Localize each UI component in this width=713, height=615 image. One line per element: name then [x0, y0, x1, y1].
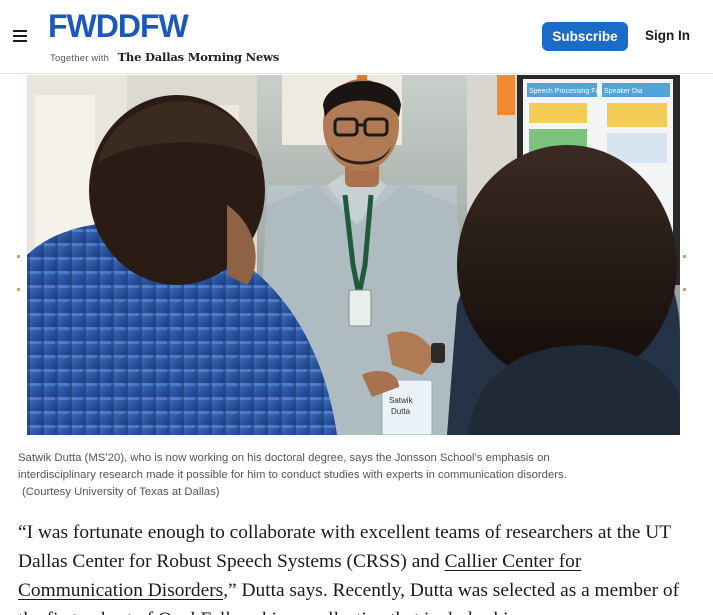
caption-line: Satwik Dutta (MS’20), who is now working… — [18, 452, 550, 464]
carousel-edge-mark — [683, 288, 686, 291]
site-logo[interactable]: FWDDFW Together with The Dallas Morning … — [48, 8, 279, 66]
caption-line: interdisciplinary research made it possi… — [18, 469, 567, 482]
name-badge-line1: Satwik — [389, 396, 414, 405]
carousel-edge-mark — [683, 255, 686, 258]
sign-in-link[interactable]: Sign In — [645, 28, 690, 43]
logo-wordmark: FWDDFW — [48, 8, 189, 44]
carousel-edge-mark — [17, 255, 20, 258]
article-photo-illustration: Speech Processing Fo Speaker Dia Satwik … — [27, 75, 680, 435]
photo-caption: Satwik Dutta (MS’20), who is now working… — [18, 450, 693, 502]
logo-tagline: Together with — [50, 53, 110, 64]
site-header: FWDDFW Together with The Dallas Morning … — [0, 0, 713, 74]
hamburger-menu-icon[interactable] — [13, 30, 29, 44]
name-badge-line2: Dutta — [391, 407, 411, 416]
subscribe-button[interactable]: Subscribe — [542, 22, 628, 51]
partner-logo: The Dallas Morning News — [117, 50, 280, 64]
logo-subline: Together with The Dallas Morning News — [50, 48, 279, 66]
article-photo: Speech Processing Fo Speaker Dia Satwik … — [27, 75, 680, 435]
carousel-edge-mark — [17, 288, 20, 291]
article-paragraph: “I was fortunate enough to collaborate w… — [18, 518, 698, 615]
poster-heading-right: Speaker Dia — [604, 88, 643, 95]
caption-credit: (Courtesy University of Texas at Dallas) — [22, 486, 220, 499]
poster-heading-left: Speech Processing Fo — [529, 88, 600, 95]
